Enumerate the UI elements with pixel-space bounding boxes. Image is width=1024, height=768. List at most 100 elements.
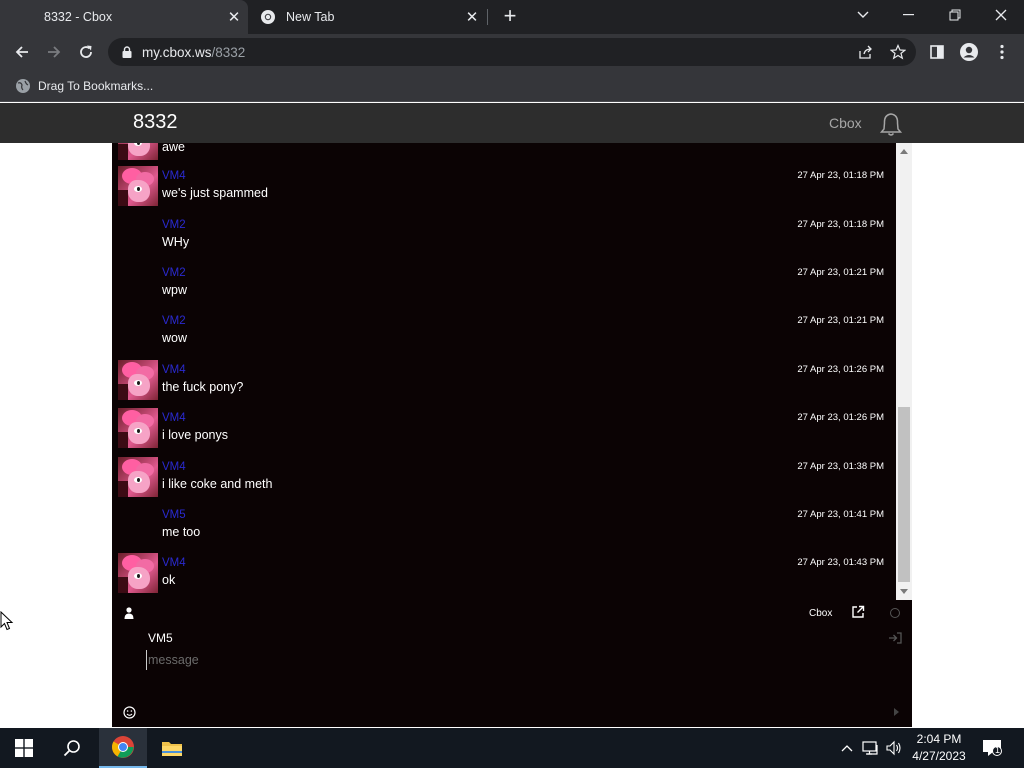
share-icon[interactable]	[852, 38, 880, 66]
compose-area: VM5	[112, 626, 912, 727]
message-timestamp: 27 Apr 23, 01:26 PM	[797, 412, 884, 423]
chat-message: VM5 me too 27 Apr 23, 01:41 PM	[112, 503, 896, 549]
pony-avatar-icon[interactable]	[118, 143, 158, 160]
tab-close-icon[interactable]: ✕	[220, 8, 248, 26]
compose-username[interactable]: VM5	[148, 631, 173, 645]
menu-kebab-icon[interactable]	[988, 38, 1016, 66]
message-username[interactable]: VM4	[162, 461, 186, 473]
message-input[interactable]	[146, 650, 846, 670]
back-icon[interactable]	[8, 38, 36, 66]
message-username[interactable]: VM4	[162, 412, 186, 424]
message-timestamp: 27 Apr 23, 01:21 PM	[797, 315, 884, 326]
windows-start-icon[interactable]	[0, 728, 48, 768]
scroll-thumb[interactable]	[898, 407, 910, 582]
notification-count: 1	[995, 745, 1001, 755]
message-text: ok	[162, 573, 176, 587]
volume-icon[interactable]	[884, 728, 904, 768]
emoji-icon[interactable]	[123, 706, 136, 719]
message-text: WHy	[162, 235, 190, 249]
message-username[interactable]: VM2	[162, 219, 186, 231]
restore-icon[interactable]	[932, 0, 978, 30]
message-username[interactable]: VM4	[162, 364, 186, 376]
sign-in-icon[interactable]	[888, 632, 902, 644]
bookmarks-bar: Drag To Bookmarks...	[0, 70, 1024, 102]
lock-icon	[122, 46, 132, 58]
forward-icon[interactable]	[40, 38, 68, 66]
send-arrow-icon[interactable]	[894, 708, 899, 716]
cbox-brand-link[interactable]: Cbox	[829, 115, 862, 131]
message-username[interactable]: VM4	[162, 170, 186, 182]
cbox-footer-link[interactable]: Cbox	[809, 608, 832, 619]
chat-message: VM2 wow 27 Apr 23, 01:21 PM	[112, 309, 896, 355]
tab-search-icon[interactable]	[840, 0, 886, 30]
chevron-up-icon[interactable]	[838, 728, 856, 768]
chat-message: VM4 i like coke and meth 27 Apr 23, 01:3…	[112, 455, 896, 501]
network-icon[interactable]	[860, 728, 882, 768]
message-text: me too	[162, 525, 201, 539]
message-username[interactable]: VM5	[162, 509, 186, 521]
message-username[interactable]: VM2	[162, 267, 186, 279]
system-clock[interactable]: 2:04 PM 4/27/2023	[902, 731, 976, 765]
message-text: wpw	[162, 283, 188, 297]
tab-new-tab[interactable]: New Tab ✕	[250, 0, 486, 34]
search-icon[interactable]	[48, 728, 96, 768]
mouse-cursor-icon	[0, 611, 14, 631]
scroll-up-icon[interactable]	[900, 149, 908, 154]
reload-icon[interactable]	[72, 38, 100, 66]
message-text: i like coke and meth	[162, 477, 273, 491]
message-timestamp: 27 Apr 23, 01:18 PM	[797, 170, 884, 181]
clock-time: 2:04 PM	[916, 732, 962, 746]
browser-toolbar: my.cbox.ws/8332	[0, 34, 1024, 70]
chrome-favicon-icon	[261, 10, 275, 24]
popout-icon[interactable]	[851, 605, 865, 619]
address-bar[interactable]: my.cbox.ws/8332	[108, 38, 916, 66]
pony-avatar-icon[interactable]	[118, 360, 158, 400]
tab-close-icon[interactable]: ✕	[458, 8, 486, 26]
pony-avatar-icon[interactable]	[118, 457, 158, 497]
profile-icon[interactable]	[955, 38, 983, 66]
chat-message: VM4 the fuck pony? 27 Apr 23, 01:26 PM	[112, 358, 896, 404]
message-timestamp: 27 Apr 23, 01:43 PM	[797, 557, 884, 568]
user-icon[interactable]	[122, 606, 136, 620]
chat-message: VM4 i love ponys 27 Apr 23, 01:26 PM	[112, 406, 896, 452]
taskbar: 2:04 PM 4/27/2023 1	[0, 728, 1024, 768]
site-header: 8332 Cbox	[0, 103, 1024, 143]
new-tab-button[interactable]: +	[498, 5, 522, 29]
pony-avatar-icon[interactable]	[118, 553, 158, 593]
page-title: 8332	[133, 111, 178, 133]
message-username[interactable]: VM2	[162, 315, 186, 327]
chrome-taskbar-icon[interactable]	[99, 728, 147, 768]
scroll-down-icon[interactable]	[900, 589, 908, 594]
tab-strip: 8332 - Cbox ✕ New Tab ✕ +	[0, 0, 1024, 34]
chat-message: VM4 we's just spammed 27 Apr 23, 01:18 P…	[112, 164, 896, 210]
tab-cbox[interactable]: 8332 - Cbox ✕	[0, 0, 248, 34]
notification-center-icon[interactable]: 1	[980, 728, 1004, 768]
bookmark-star-icon[interactable]	[884, 38, 912, 66]
close-window-icon[interactable]	[978, 0, 1024, 30]
message-timestamp: 27 Apr 23, 01:38 PM	[797, 461, 884, 472]
pony-avatar-icon[interactable]	[118, 166, 158, 206]
clock-date: 4/27/2023	[912, 749, 966, 763]
chat-message: VM2 wpw 27 Apr 23, 01:21 PM	[112, 261, 896, 307]
chat-footer: Cbox	[112, 600, 912, 626]
pony-avatar-icon[interactable]	[118, 408, 158, 448]
message-list[interactable]: awe VM4 we's just spammed 27 Apr 23, 01:…	[112, 143, 896, 600]
chat-box: awe VM4 we's just spammed 27 Apr 23, 01:…	[112, 143, 912, 727]
bell-icon[interactable]	[878, 111, 904, 137]
message-timestamp: 27 Apr 23, 01:26 PM	[797, 364, 884, 375]
bookmarks-hint[interactable]: Drag To Bookmarks...	[38, 79, 153, 93]
url-host: my.cbox.ws	[142, 44, 212, 60]
message-text: wow	[162, 331, 188, 345]
message-scrollbar[interactable]	[896, 143, 912, 600]
message-timestamp: 27 Apr 23, 01:18 PM	[797, 219, 884, 230]
chat-message: VM4 ok 27 Apr 23, 01:43 PM	[112, 551, 896, 597]
minimize-icon[interactable]	[886, 0, 932, 30]
chat-message: VM2 WHy 27 Apr 23, 01:18 PM	[112, 213, 896, 259]
side-panel-icon[interactable]	[923, 38, 951, 66]
message-text: the fuck pony?	[162, 380, 244, 394]
message-username[interactable]: VM4	[162, 557, 186, 569]
message-timestamp: 27 Apr 23, 01:21 PM	[797, 267, 884, 278]
file-explorer-icon[interactable]	[148, 728, 196, 768]
message-timestamp: 27 Apr 23, 01:41 PM	[797, 509, 884, 520]
url-path: /8332	[211, 44, 246, 60]
